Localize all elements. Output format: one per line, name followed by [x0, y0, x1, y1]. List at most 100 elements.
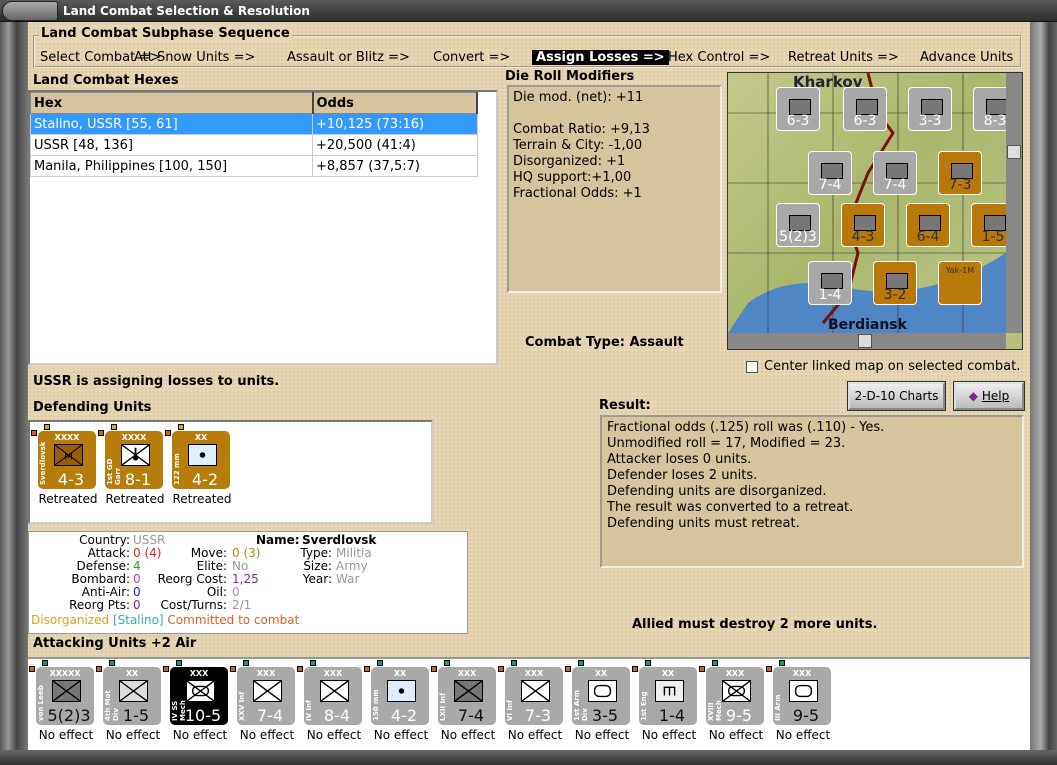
unit-status: No effect: [507, 728, 563, 742]
hex-cell: USSR [48, 136]: [30, 134, 313, 156]
unit-strength: 1-4: [658, 706, 686, 725]
unit-counter[interactable]: XX 1st Eng 1-4 No effect: [632, 660, 699, 742]
unit-counter[interactable]: XXX XXV Inf 7-4 No effect: [230, 660, 297, 742]
counter-body: XXX LXII Inf 7-4: [438, 667, 496, 725]
unit-counter[interactable]: XX 4th Mot Div 1-5 No effect: [96, 660, 163, 742]
unit-status: No effect: [775, 728, 831, 742]
counter-body: XX 150 mm 4-2: [371, 667, 429, 725]
center-map-label[interactable]: Center linked map on selected combat.: [764, 359, 1020, 374]
status-dot-icon: [712, 660, 718, 666]
unit-counter[interactable]: XXXX M Sverdlovsk 4-3 Retreated: [31, 424, 98, 506]
unit-counter[interactable]: XX 150 mm 4-2 No effect: [364, 660, 431, 742]
unit-size: XXXX: [121, 433, 147, 442]
modifier-line: Combat Ratio: +9,13: [513, 122, 650, 137]
result-line: Defender loses 2 units.: [607, 468, 758, 483]
unit-name: Sverdlovsk: [39, 441, 47, 485]
table-row[interactable]: USSR [48, 136] +20,500 (41:4): [30, 134, 478, 156]
unit-size: XXX: [457, 669, 477, 678]
map-counter[interactable]: 7-4: [873, 151, 917, 195]
mini-map[interactable]: Kharkov Berdiansk 6-3 6-3 3-3 8-3 7-4 7-4 7-3 5…: [727, 72, 1023, 350]
status-committed: Committed to combat: [167, 613, 300, 627]
counter-body: XXXX M Sverdlovsk 4-3: [38, 431, 96, 489]
map-counter[interactable]: 1-5: [971, 203, 1006, 247]
inf-symbol-icon: [253, 680, 282, 702]
map-horizontal-scrollbar[interactable]: [728, 333, 1006, 349]
die-modifiers-box: Die mod. (net): +11 Combat Ratio: +9,13 Te…: [507, 85, 722, 293]
map-counter[interactable]: 3-2: [873, 261, 917, 305]
unit-strength: 8-4: [323, 706, 351, 725]
unit-strength: 8-1: [124, 470, 152, 489]
unit-name: von Leeb: [37, 685, 45, 721]
map-counter[interactable]: 3-3: [908, 87, 952, 131]
counter-body: XXX IV SS Mech 10-5: [170, 667, 228, 725]
unit-counter[interactable]: XXXX 1st GD Garr 8-1 Retreated: [98, 424, 165, 506]
map-counter[interactable]: 6-3: [776, 87, 820, 131]
map-counter[interactable]: 8-3: [973, 87, 1006, 131]
infd-symbol-icon: [454, 680, 483, 702]
mech-symbol-icon: [186, 680, 215, 702]
mil-symbol-icon: M: [54, 444, 83, 466]
map-counter[interactable]: 4-3: [841, 203, 885, 247]
unit-counter[interactable]: XXX XVIII Mech 9-5 No effect: [699, 660, 766, 742]
hex-cell: Stalino, USSR [55, 61]: [30, 113, 313, 135]
subphase-step: Retreat Units =>: [788, 50, 899, 65]
scroll-thumb[interactable]: [858, 334, 872, 348]
unit-counter[interactable]: XX 1st Arm Div 3-5 No effect: [565, 660, 632, 742]
modifier-line: Die mod. (net): +11: [513, 90, 644, 105]
map-counter[interactable]: 5(2)3: [776, 203, 820, 247]
odds-cell: +10,125 (73:16): [312, 113, 478, 135]
status-disorganized: Disorganized: [31, 613, 110, 627]
unit-counter[interactable]: XXX IV SS Mech 10-5 No effect: [163, 660, 230, 742]
scroll-thumb[interactable]: [1007, 145, 1021, 159]
reorg-pts-label: Reorg Pts:: [69, 598, 130, 612]
unit-strength: 7-3: [524, 706, 552, 725]
unit-name: 1st Eng: [640, 691, 648, 721]
map-counter[interactable]: 7-4: [808, 151, 852, 195]
eng-symbol-icon: [655, 680, 684, 702]
map-counter[interactable]: Yak-1M: [938, 261, 982, 305]
unit-name: 122 mm: [173, 453, 181, 485]
unit-strength: 4-3: [57, 470, 85, 489]
counter-value: 6-3: [853, 113, 877, 129]
counter-body: XX 4th Mot Div 1-5: [103, 667, 161, 725]
unit-counter[interactable]: XXX VI Inf 7-3 No effect: [498, 660, 565, 742]
unit-counter[interactable]: XXX IV Inf 8-4 No effect: [297, 660, 364, 742]
unit-size: XXX: [524, 669, 544, 678]
map-counter[interactable]: 7-3: [938, 151, 982, 195]
unit-counter[interactable]: XX 122 mm 4-2 Retreated: [165, 424, 232, 506]
allied-message: Allied must destroy 2 more units.: [632, 617, 878, 632]
system-menu-button[interactable]: [2, 1, 58, 21]
map-counter[interactable]: 1-4: [808, 261, 852, 305]
unit-status: No effect: [172, 728, 228, 742]
charts-button[interactable]: 2-D-10 Charts: [847, 381, 946, 411]
status-dot-icon: [565, 666, 571, 672]
status-location: [Stalino]: [112, 613, 164, 627]
unit-counter[interactable]: XXX LXII Inf 7-4 No effect: [431, 660, 498, 742]
center-map-checkbox[interactable]: [746, 361, 758, 373]
table-row[interactable]: Stalino, USSR [55, 61] +10,125 (73:16): [30, 113, 478, 135]
combat-hexes-table[interactable]: Hex Odds Stalino, USSR [55, 61] +10,125 (7…: [28, 90, 498, 365]
cost-turns-value: 2/1: [232, 598, 252, 612]
map-vertical-scrollbar[interactable]: [1006, 73, 1022, 333]
infd-symbol-icon: [52, 680, 81, 702]
help-button[interactable]: ◆ Help: [953, 381, 1025, 411]
unit-strength: 5(2)3: [47, 706, 91, 725]
map-counter[interactable]: 6-4: [906, 203, 950, 247]
column-odds[interactable]: Odds: [312, 92, 478, 114]
counter-value: 8-3: [983, 113, 1006, 129]
subphase-step: Assign Losses =>: [532, 50, 669, 65]
year-value: War: [336, 572, 360, 586]
map-view[interactable]: Kharkov Berdiansk 6-3 6-3 3-3 8-3 7-4 7-4 7-3 5…: [728, 73, 1006, 333]
table-row[interactable]: Manila, Philippines [100, 150] +8,857 (37…: [30, 155, 478, 177]
unit-counter[interactable]: XXX III Arm 9-5 No effect: [766, 660, 833, 742]
unit-info-panel: Country: USSR Attack: 0 (4) Defense: 4 B…: [28, 531, 468, 634]
result-box: Fractional odds (.125) roll was (.110) -…: [600, 415, 1024, 568]
status-dot-icon: [310, 660, 316, 666]
unit-status-line: Disorganized [Stalino] Committed to comb…: [31, 614, 299, 627]
status-dot-icon: [109, 660, 115, 666]
unit-status: No effect: [373, 728, 429, 742]
column-hex[interactable]: Hex: [30, 92, 314, 114]
map-counter[interactable]: 6-3: [843, 87, 887, 131]
hexes-title: Land Combat Hexes: [33, 73, 179, 88]
unit-counter[interactable]: XXXXX von Leeb 5(2)3 No effect: [29, 660, 96, 742]
